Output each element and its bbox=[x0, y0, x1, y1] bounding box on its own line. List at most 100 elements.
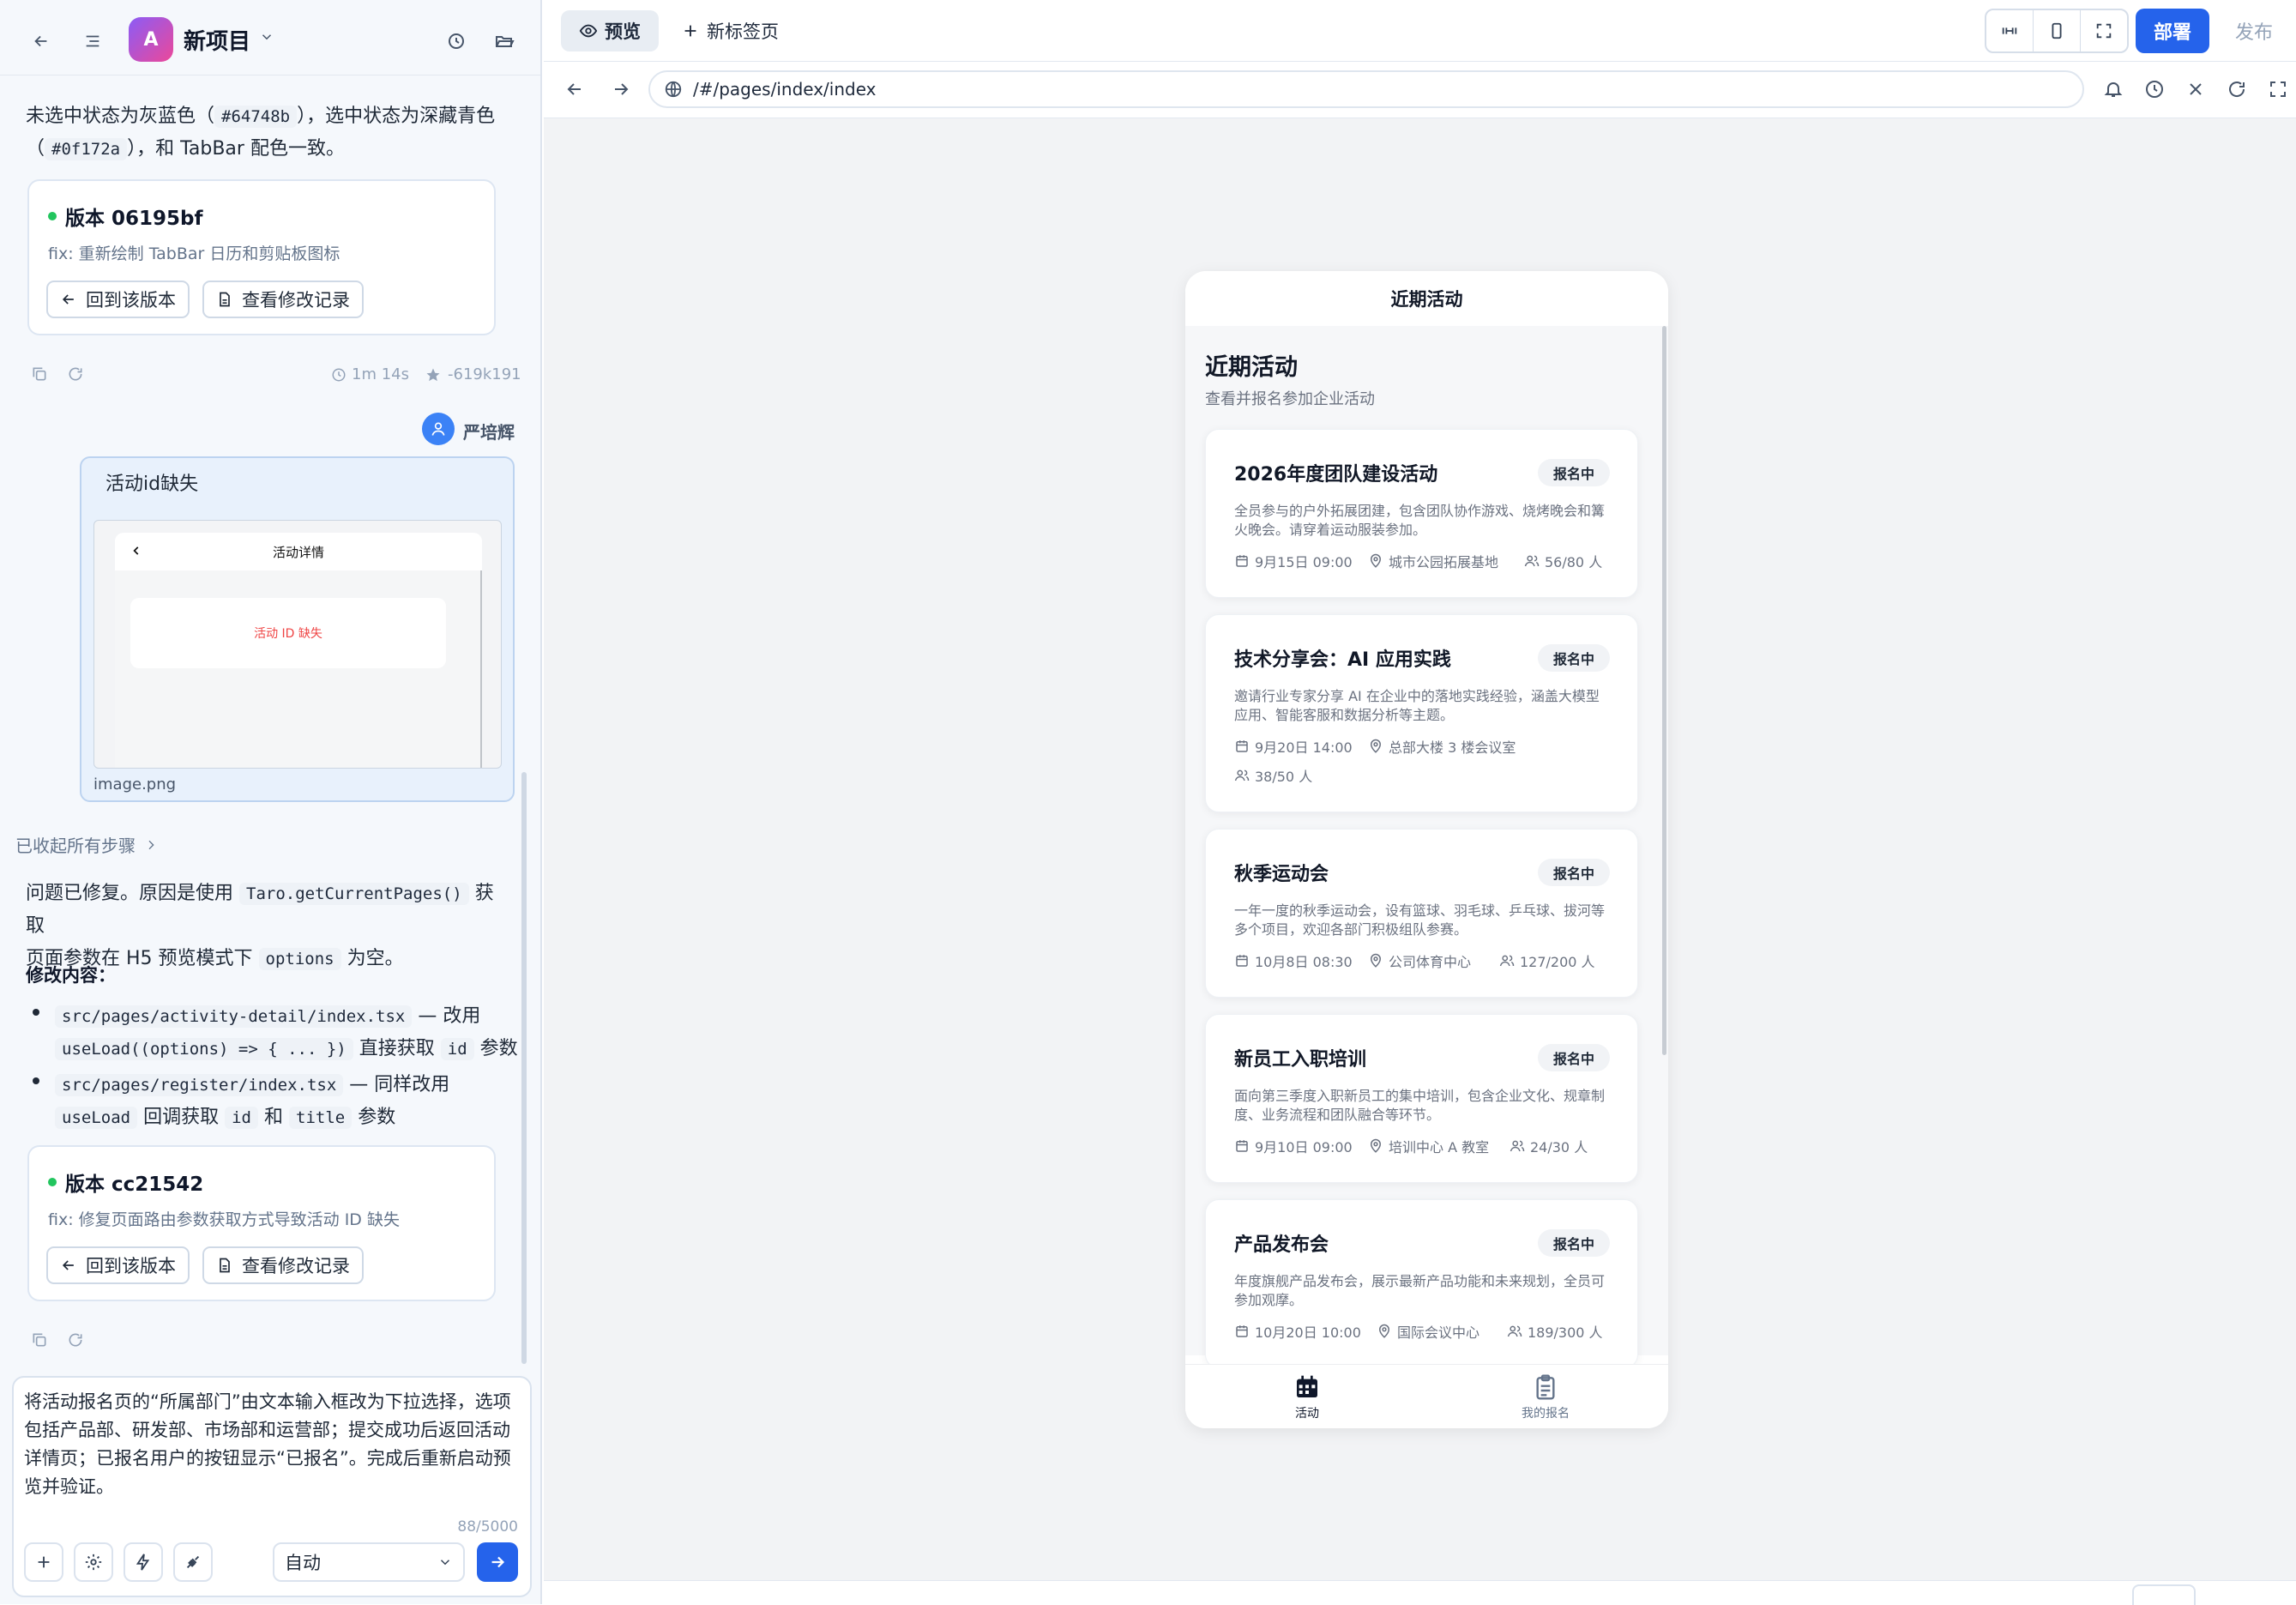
mode-select[interactable]: 自动 bbox=[273, 1542, 465, 1582]
settings-button[interactable] bbox=[74, 1542, 113, 1582]
collapsed-steps-toggle[interactable]: 已收起所有步骤 bbox=[15, 832, 158, 857]
refresh-icon[interactable] bbox=[67, 1331, 84, 1349]
add-button[interactable] bbox=[24, 1542, 63, 1582]
url-input[interactable]: /#/pages/index/index bbox=[648, 70, 2084, 108]
globe-icon bbox=[665, 81, 682, 98]
bell-icon[interactable] bbox=[2103, 79, 2124, 100]
eye-icon bbox=[579, 24, 598, 38]
activity-title: 产品发布会 bbox=[1234, 1234, 1329, 1256]
chevron-down-icon bbox=[440, 1560, 450, 1566]
char-counter: 88/5000 bbox=[457, 1518, 518, 1536]
activity-location: 公司体育中心 bbox=[1368, 950, 1471, 971]
view-changes-button[interactable]: 查看修改记录 bbox=[202, 281, 364, 318]
activity-desc: 全员参与的户外拓展团建，包含团队协作游戏、烧烤晚会和篝火晚会。请穿着运动服装参加… bbox=[1234, 503, 1606, 538]
refresh-icon[interactable] bbox=[67, 365, 84, 383]
tab-my-registrations[interactable]: 我的报名 bbox=[1511, 1373, 1580, 1425]
chat-input-text[interactable]: 将活动报名页的“所属部门”由文本输入框改为下拉选择，选项包括产品部、研发部、市场… bbox=[24, 1388, 521, 1501]
plugin-button[interactable] bbox=[173, 1542, 213, 1582]
preview-error: 活动 ID 缺失 bbox=[130, 598, 446, 668]
responsive-button[interactable] bbox=[1986, 10, 2034, 51]
chat-header: A 新项目 bbox=[0, 0, 540, 75]
copy-icon[interactable] bbox=[31, 365, 48, 383]
reload-icon[interactable] bbox=[2227, 79, 2247, 100]
mobile-button[interactable] bbox=[2034, 10, 2081, 51]
publish-button[interactable]: 发布 bbox=[2221, 9, 2287, 53]
activity-count: 38/50 人 bbox=[1234, 765, 1312, 786]
device-toggle-group bbox=[1985, 9, 2129, 53]
reply-bullet: src/pages/register/index.tsx — 同样改用 useL… bbox=[55, 1069, 518, 1134]
back-arrow-icon[interactable] bbox=[26, 26, 57, 57]
code-snippet: title bbox=[289, 1107, 353, 1129]
users-icon bbox=[1234, 769, 1250, 781]
history-icon[interactable] bbox=[2144, 79, 2165, 100]
send-button[interactable] bbox=[477, 1542, 518, 1582]
reply-heading: 修改内容： bbox=[26, 965, 116, 986]
activity-date: 9月10日 09:00 bbox=[1234, 1136, 1353, 1156]
user-icon bbox=[431, 422, 445, 436]
attachment-filename: image.png bbox=[93, 775, 177, 793]
view-changes-button[interactable]: 查看修改记录 bbox=[202, 1246, 364, 1284]
activity-desc: 年度旗舰产品发布会，展示最新产品功能和未来规划，全员可参加观摩。 bbox=[1234, 1273, 1606, 1308]
nav-back-icon[interactable] bbox=[564, 79, 585, 100]
preview-scrollbar bbox=[480, 570, 482, 768]
activity-card[interactable]: 秋季运动会 报名中 一年一度的秋季运动会，设有篮球、羽毛球、乒乓球、拔河等多个项… bbox=[1205, 829, 1638, 998]
reply-paragraph: 问题已修复。原因是使用 Taro.getCurrentPages() 获取 页面… bbox=[26, 883, 494, 970]
location-icon bbox=[1370, 953, 1382, 968]
tab-new[interactable]: 新标签页 bbox=[681, 10, 779, 51]
tokens-meta: -619k191 bbox=[425, 365, 521, 383]
copy-icon[interactable] bbox=[31, 1331, 48, 1349]
code-snippet: src/pages/register/index.tsx bbox=[55, 1074, 344, 1096]
chat-panel: A 新项目 未选中状态为灰蓝色（ #64748b ），选中状态为深藏青色 （#0f1… bbox=[0, 0, 542, 1604]
fullscreen-button[interactable] bbox=[2081, 10, 2127, 51]
history-icon[interactable] bbox=[441, 26, 472, 57]
location-icon bbox=[1378, 1324, 1390, 1338]
tab-preview[interactable]: 预览 bbox=[561, 10, 659, 51]
code-snippet: id bbox=[440, 1038, 474, 1060]
activity-title: 技术分享会：AI 应用实践 bbox=[1234, 649, 1451, 671]
activity-title: 新员工入职培训 bbox=[1234, 1049, 1367, 1071]
address-bar: /#/pages/index/index bbox=[544, 62, 2296, 118]
code-snippet: src/pages/activity-detail/index.tsx bbox=[55, 1005, 413, 1028]
activity-card[interactable]: 技术分享会：AI 应用实践 报名中 邀请行业专家分享 AI 在企业中的落地实践经… bbox=[1205, 614, 1638, 812]
location-icon bbox=[1370, 739, 1382, 753]
lightning-button[interactable] bbox=[124, 1542, 163, 1582]
fullscreen-icon[interactable] bbox=[2268, 79, 2288, 100]
image-attachment[interactable]: 活动详情 活动 ID 缺失 bbox=[93, 520, 502, 769]
document-icon bbox=[220, 292, 230, 307]
activity-card[interactable]: 产品发布会 报名中 年度旗舰产品发布会，展示最新产品功能和未来规划，全员可参加观… bbox=[1205, 1199, 1638, 1368]
calendar-icon bbox=[1297, 1375, 1317, 1397]
rollback-button[interactable]: 回到该版本 bbox=[46, 1246, 190, 1284]
reply-bullet: src/pages/activity-detail/index.tsx — 改用… bbox=[55, 1000, 518, 1065]
close-icon[interactable] bbox=[2185, 79, 2206, 100]
activity-location: 城市公园拓展基地 bbox=[1368, 551, 1498, 571]
status-bar-button[interactable] bbox=[2132, 1584, 2196, 1605]
chevron-down-icon[interactable] bbox=[259, 29, 274, 45]
preview-phone: 活动详情 活动 ID 缺失 bbox=[115, 533, 482, 768]
activity-count: 189/300 人 bbox=[1507, 1321, 1603, 1342]
rollback-button[interactable]: 回到该版本 bbox=[46, 281, 190, 318]
arrow-right-icon bbox=[491, 1556, 505, 1568]
nav-forward-icon[interactable] bbox=[611, 79, 631, 100]
users-icon bbox=[1524, 555, 1540, 567]
activity-desc: 面向第三季度入职新员工的集中培训，包含企业文化、规章制度、业务流程和团队融合等环… bbox=[1234, 1088, 1606, 1123]
phone-tabbar: 活动 我的报名 bbox=[1185, 1364, 1668, 1428]
project-name[interactable]: 新项目 bbox=[184, 24, 250, 56]
chat-scrollbar[interactable] bbox=[521, 772, 527, 1364]
phone-preview: 近期活动 近期活动 查看并报名参加企业活动 2026年度团队建设活动 报名中 全… bbox=[1185, 271, 1668, 1428]
activity-title: 2026年度团队建设活动 bbox=[1234, 464, 1438, 486]
activity-card[interactable]: 新员工入职培训 报名中 面向第三季度入职新员工的集中培训，包含企业文化、规章制度… bbox=[1205, 1014, 1638, 1183]
calendar-icon bbox=[1236, 955, 1248, 967]
responsive-icon bbox=[2002, 27, 2017, 34]
menu-icon[interactable] bbox=[77, 26, 108, 57]
phone-scrollbar[interactable] bbox=[1662, 326, 1666, 1055]
phone-icon bbox=[2052, 22, 2062, 39]
location-icon bbox=[1370, 553, 1382, 568]
calendar-icon bbox=[1236, 1325, 1248, 1337]
activity-card[interactable]: 2026年度团队建设活动 报名中 全员参与的户外拓展团建，包含团队协作游戏、烧烤… bbox=[1205, 429, 1638, 598]
tab-activities[interactable]: 活动 bbox=[1273, 1373, 1341, 1425]
folder-open-icon[interactable] bbox=[489, 26, 520, 57]
code-snippet: options bbox=[258, 948, 341, 970]
deploy-button[interactable]: 部署 bbox=[2136, 9, 2209, 53]
users-icon bbox=[1507, 1325, 1522, 1337]
bullet-dot bbox=[33, 1009, 39, 1016]
